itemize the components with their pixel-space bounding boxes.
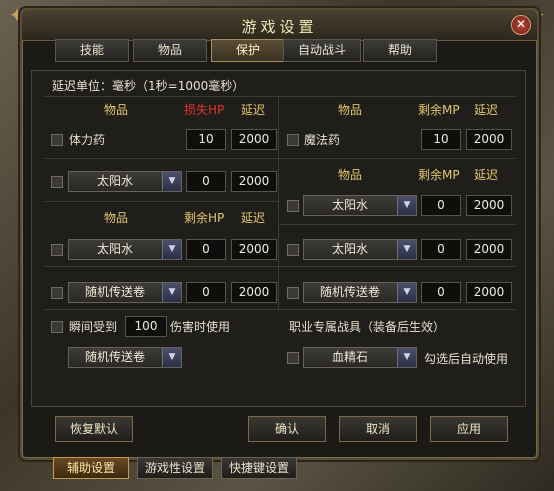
sun-water-checkbox[interactable] [51,176,63,188]
select-value: 太阳水 [331,198,368,212]
column-divider [278,97,279,309]
chevron-down-icon[interactable]: ▼ [397,348,416,367]
tab-help[interactable]: 帮助 [363,39,437,62]
header-delay: 延迟 [241,103,266,117]
select-value: 太阳水 [96,242,133,256]
apply-button[interactable]: 应用 [430,416,508,442]
remain-hp-2-value-field[interactable]: 0 [186,282,226,303]
header-remaining-mp: 剩余MP [418,168,460,182]
divider [279,158,516,159]
divider [279,266,516,267]
remain-hp-1-checkbox[interactable] [51,244,63,256]
remain-hp-1-value-field[interactable]: 0 [186,239,226,260]
divider [44,96,516,97]
remain-mp-1-checkbox[interactable] [287,200,299,212]
divider [44,201,278,202]
header-item: 物品 [104,211,129,225]
mp-potion-label: 魔法药 [304,133,341,147]
chevron-down-icon[interactable]: ▼ [397,196,416,215]
divider [279,224,516,225]
divider [44,158,278,159]
tab-skills[interactable]: 技能 [55,39,129,62]
reset-default-button[interactable]: 恢复默认 [55,416,133,442]
instant-damage-checkbox[interactable] [51,321,63,333]
class-gear-title: 职业专属战具（装备后生效） [289,320,446,334]
chevron-down-icon[interactable]: ▼ [162,172,181,191]
hp-potion-label: 体力药 [69,133,106,147]
header-lost-hp: 损失HP [184,103,225,117]
remain-mp-2-checkbox[interactable] [287,244,299,256]
remain-mp-3-select[interactable]: 随机传送卷 ▼ [303,282,417,303]
mp-potion-delay-field[interactable]: 2000 [466,129,512,150]
chevron-down-icon[interactable]: ▼ [162,283,181,302]
class-gear-checkbox[interactable] [287,352,299,364]
delay-unit-label: 延迟单位：毫秒（1秒=1000毫秒） [52,79,245,93]
tab-protect[interactable]: 保护 [211,39,285,62]
window-title: 游戏设置 [241,18,318,36]
remain-hp-1-delay-field[interactable]: 2000 [231,239,277,260]
remain-hp-2-select[interactable]: 随机传送卷 ▼ [68,282,182,303]
remain-mp-2-value-field[interactable]: 0 [421,239,461,260]
remain-mp-3-delay-field[interactable]: 2000 [466,282,512,303]
remain-mp-3-value-field[interactable]: 0 [421,282,461,303]
instant-damage-suffix: 伤害时使用 [170,320,231,334]
remain-hp-1-select[interactable]: 太阳水 ▼ [68,239,182,260]
mp-potion-checkbox[interactable] [287,134,299,146]
title-bar[interactable]: 游戏设置 ✕ [22,10,537,41]
header-item: 物品 [338,103,363,117]
header-delay: 延迟 [241,211,266,225]
remain-mp-1-select[interactable]: 太阳水 ▼ [303,195,417,216]
select-value: 随机传送卷 [84,285,145,299]
hp-potion-threshold-field[interactable]: 10 [186,129,226,150]
select-value: 太阳水 [331,242,368,256]
tab-gameplay-settings[interactable]: 游戏性设置 [137,457,213,479]
close-icon[interactable]: ✕ [511,15,531,35]
divider [44,266,278,267]
header-remaining-hp: 剩余HP [184,211,225,225]
chevron-down-icon[interactable]: ▼ [162,240,181,259]
remain-mp-2-select[interactable]: 太阳水 ▼ [303,239,417,260]
header-remaining-mp: 剩余MP [418,103,460,117]
header-delay: 延迟 [474,168,499,182]
cancel-button[interactable]: 取消 [339,416,417,442]
header-item: 物品 [338,168,363,182]
mp-potion-threshold-field[interactable]: 10 [421,129,461,150]
instant-damage-value-field[interactable]: 100 [125,316,167,337]
instant-damage-prefix: 瞬间受到 [69,320,118,334]
tab-hotkey-settings[interactable]: 快捷键设置 [221,457,297,479]
remain-mp-3-checkbox[interactable] [287,287,299,299]
instant-damage-select[interactable]: 随机传送卷 ▼ [68,347,182,368]
tab-auto-battle[interactable]: 自动战斗 [283,39,361,62]
select-value: 太阳水 [96,174,133,188]
class-gear-note: 勾选后自动使用 [424,352,509,366]
class-gear-select[interactable]: 血精石 ▼ [303,347,417,368]
chevron-down-icon[interactable]: ▼ [397,240,416,259]
sun-water-value-field[interactable]: 0 [186,171,226,192]
remain-hp-2-checkbox[interactable] [51,287,63,299]
header-delay: 延迟 [474,103,499,117]
confirm-button[interactable]: 确认 [248,416,326,442]
hp-potion-checkbox[interactable] [51,134,63,146]
chevron-down-icon[interactable]: ▼ [162,348,181,367]
sun-water-select[interactable]: 太阳水 ▼ [68,171,182,192]
sun-water-delay-field[interactable]: 2000 [231,171,277,192]
remain-mp-2-delay-field[interactable]: 2000 [466,239,512,260]
select-value: 血精石 [331,350,368,364]
remain-mp-1-delay-field[interactable]: 2000 [466,195,512,216]
select-value: 随机传送卷 [84,350,145,364]
select-value: 随机传送卷 [319,285,380,299]
tab-items[interactable]: 物品 [133,39,207,62]
tab-assist-settings[interactable]: 辅助设置 [53,457,129,479]
remain-hp-2-delay-field[interactable]: 2000 [231,282,277,303]
chevron-down-icon[interactable]: ▼ [397,283,416,302]
divider [44,309,516,310]
hp-potion-delay-field[interactable]: 2000 [231,129,277,150]
header-item: 物品 [104,103,129,117]
remain-mp-1-value-field[interactable]: 0 [421,195,461,216]
